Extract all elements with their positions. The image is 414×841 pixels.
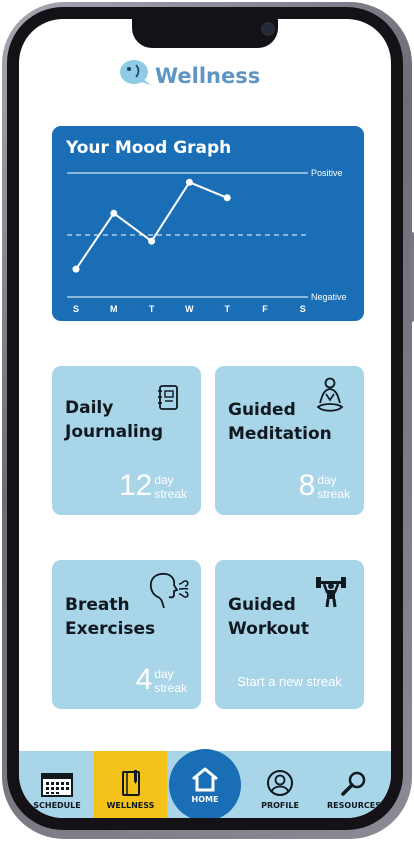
search-icon: [341, 771, 366, 796]
mood-point: [185, 178, 193, 186]
tab-label: PROFILE: [261, 801, 299, 810]
tab-schedule[interactable]: SCHEDULE: [21, 751, 93, 818]
streak-counter: 8 day streak: [298, 469, 350, 502]
streak-counter: 12 day streak: [118, 469, 187, 502]
breathing-icon: [149, 572, 189, 609]
tab-resources[interactable]: RESOURCES: [317, 751, 391, 818]
home-icon: [192, 767, 218, 792]
profile-icon: [267, 770, 293, 796]
streak-unit-streak: streak: [154, 487, 187, 501]
app-screen: Wellness Your Mood Graph Positive Negati…: [19, 19, 391, 818]
day-label: W: [185, 304, 194, 314]
app-logo: Wellness: [119, 56, 260, 88]
meditation-icon: [316, 377, 344, 412]
day-label: S: [73, 304, 79, 314]
mood-point: [72, 265, 80, 273]
app-title: Wellness: [155, 64, 261, 88]
daily-journaling-card[interactable]: Daily Journaling 12 day streak: [52, 366, 201, 515]
guided-meditation-card[interactable]: Guided Meditation 8 day streak: [215, 366, 364, 515]
head-bubble-icon: [120, 60, 151, 85]
front-camera: [261, 22, 275, 36]
bottom-tab-bar: SCHEDULE WELLNESS HOME PROFILE RESOURCES: [19, 749, 391, 818]
side-button: [410, 232, 414, 322]
streak-number: 4: [135, 663, 153, 696]
mood-series-line: [75, 181, 228, 270]
streak-number: 8: [298, 469, 316, 502]
streak-unit: day streak: [317, 473, 350, 501]
notch: [132, 19, 278, 48]
tab-home[interactable]: HOME: [169, 749, 241, 818]
day-label: T: [149, 304, 155, 314]
day-label: F: [262, 304, 268, 314]
streak-number: 12: [118, 469, 153, 502]
journal-icon: [158, 385, 178, 410]
card-title: Breath Exercises: [65, 595, 156, 639]
tab-wellness[interactable]: WELLNESS: [94, 751, 167, 818]
tab-label: HOME: [191, 795, 219, 804]
streak-unit: day streak: [154, 667, 187, 695]
breath-exercises-card[interactable]: Breath Exercises 4 day streak: [52, 560, 201, 709]
dumbbell-icon: [316, 577, 346, 608]
negative-label: Negative: [311, 292, 347, 302]
day-label: S: [300, 304, 306, 314]
mood-graph-card[interactable]: Your Mood Graph Positive Negative SMTWTF…: [52, 126, 364, 321]
streak-unit-day: day: [154, 473, 174, 487]
day-label: M: [110, 304, 118, 314]
guided-workout-card[interactable]: Guided Workout Start a new streak: [215, 560, 364, 709]
streak-counter: 4 day streak: [135, 663, 187, 696]
day-label: T: [224, 304, 230, 314]
tab-label: SCHEDULE: [33, 801, 81, 810]
card-title: Guided Workout: [228, 595, 309, 639]
calendar-icon: [41, 773, 73, 797]
streak-unit-streak: streak: [154, 681, 187, 695]
card-title: Daily Journaling: [65, 398, 163, 442]
tab-label: WELLNESS: [106, 801, 155, 810]
streak-unit-streak: streak: [317, 487, 350, 501]
mood-point: [148, 237, 156, 245]
tab-label: RESOURCES: [327, 801, 381, 810]
start-streak-text: Start a new streak: [237, 674, 342, 689]
mood-graph-chart: Positive Negative S M T W T F S: [67, 168, 347, 314]
tab-profile[interactable]: PROFILE: [245, 751, 315, 818]
streak-unit-day: day: [317, 473, 337, 487]
positive-label: Positive: [311, 168, 343, 178]
streak-unit: day streak: [154, 473, 187, 501]
mood-point: [223, 194, 231, 202]
streak-unit-day: day: [154, 667, 174, 681]
notebook-icon: [121, 770, 140, 796]
mood-point: [110, 209, 118, 217]
